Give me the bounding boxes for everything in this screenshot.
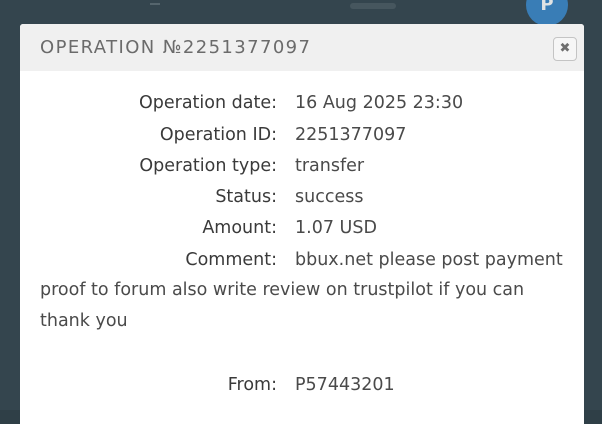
operation-modal: OPERATION №2251377097 ✖ Operation date: … [20,24,584,424]
operation-type-row: Operation type: transfer [20,156,584,187]
from-label: From: [227,375,277,395]
from-value: P57443201 [295,375,395,395]
comment-value-first-line: bbux.net please post payment [295,250,563,270]
background-menu-hint [150,3,160,5]
operation-date-row: Operation date: 16 Aug 2025 23:30 [20,93,584,124]
modal-header: OPERATION №2251377097 ✖ [20,24,584,71]
close-icon: ✖ [559,41,571,56]
amount-label: Amount: [202,218,277,238]
status-row: Status: success [20,187,584,218]
close-button[interactable]: ✖ [553,37,577,61]
operation-id-value: 2251377097 [295,125,407,145]
from-row: From: P57443201 [20,375,584,406]
operation-type-value: transfer [295,156,365,176]
amount-value: 1.07 USD [295,218,377,238]
operation-type-label: Operation type: [139,156,277,176]
status-label: Status: [215,187,277,207]
comment-value-continuation: proof to forum also write review on trus… [40,280,525,331]
operation-date-label: Operation date: [138,93,277,113]
operation-id-label: Operation ID: [159,125,277,145]
comment-label: Comment: [185,250,277,270]
modal-title: OPERATION №2251377097 [40,37,312,58]
operation-id-row: Operation ID: 2251377097 [20,125,584,156]
operation-date-value: 16 Aug 2025 23:30 [295,93,464,113]
amount-row: Amount: 1.07 USD [20,218,584,249]
background-text-hint [350,3,396,9]
status-value: success [295,187,364,207]
